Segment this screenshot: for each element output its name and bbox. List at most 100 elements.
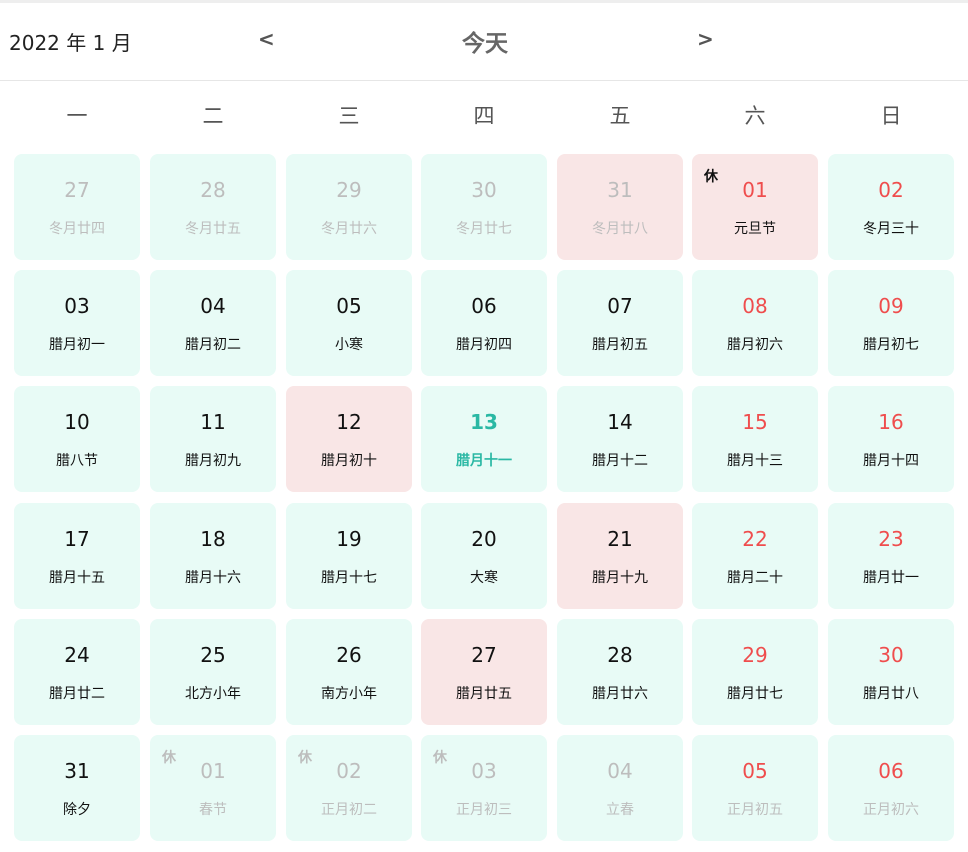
day-cell[interactable]: 29 腊月廿七 — [692, 619, 818, 725]
day-number: 29 — [336, 178, 362, 202]
lunar-date-label: 腊月廿二 — [49, 686, 105, 702]
day-number: 31 — [64, 759, 90, 783]
day-number: 01 — [200, 759, 226, 783]
day-number: 07 — [607, 294, 633, 318]
lunar-date-label: 春节 — [199, 802, 227, 818]
day-number: 27 — [471, 643, 497, 667]
day-cell[interactable]: 09 腊月初七 — [828, 270, 954, 376]
lunar-date-label: 腊月廿七 — [727, 686, 783, 702]
day-cell[interactable]: 20 大寒 — [421, 503, 547, 609]
lunar-date-label: 腊月廿六 — [592, 686, 648, 702]
day-cell[interactable]: 休 02 正月初二 — [286, 735, 412, 841]
day-cell[interactable]: 07 腊月初五 — [557, 270, 683, 376]
day-number: 21 — [607, 527, 633, 551]
day-cell[interactable]: 16 腊月十四 — [828, 386, 954, 492]
lunar-date-label: 正月初三 — [456, 802, 512, 818]
day-cell[interactable]: 休 03 正月初三 — [421, 735, 547, 841]
day-number: 17 — [64, 527, 90, 551]
day-number: 30 — [878, 643, 904, 667]
day-cell[interactable]: 06 腊月初四 — [421, 270, 547, 376]
day-cell[interactable]: 24 腊月廿二 — [14, 619, 140, 725]
day-number: 23 — [878, 527, 904, 551]
lunar-date-label: 腊月初四 — [456, 337, 512, 353]
day-number: 04 — [607, 759, 633, 783]
day-cell[interactable]: 27 冬月廿四 — [14, 154, 140, 260]
calendar-grid: 27 冬月廿四 28 冬月廿五 29 冬月廿六 30 冬月廿七 31 冬月廿八休 01 元旦节 02 冬月… — [0, 0, 968, 852]
day-cell[interactable]: 06 正月初六 — [828, 735, 954, 841]
lunar-date-label: 腊月十七 — [321, 570, 377, 586]
day-number: 26 — [336, 643, 362, 667]
lunar-date-label: 元旦节 — [734, 221, 776, 237]
day-cell[interactable]: 25 北方小年 — [150, 619, 276, 725]
lunar-date-label: 腊月十四 — [863, 453, 919, 469]
lunar-date-label: 小寒 — [335, 337, 363, 353]
day-cell[interactable]: 休 01 元旦节 — [692, 154, 818, 260]
lunar-date-label: 冬月廿四 — [49, 221, 105, 237]
day-number: 18 — [200, 527, 226, 551]
day-cell[interactable]: 15 腊月十三 — [692, 386, 818, 492]
lunar-date-label: 腊月初十 — [321, 453, 377, 469]
day-cell[interactable]: 29 冬月廿六 — [286, 154, 412, 260]
day-cell[interactable]: 12 腊月初十 — [286, 386, 412, 492]
day-cell[interactable]: 30 腊月廿八 — [828, 619, 954, 725]
day-cell[interactable]: 31 冬月廿八 — [557, 154, 683, 260]
lunar-date-label: 腊月初七 — [863, 337, 919, 353]
day-cell[interactable]: 27 腊月廿五 — [421, 619, 547, 725]
day-cell[interactable]: 18 腊月十六 — [150, 503, 276, 609]
day-cell[interactable]: 22 腊月二十 — [692, 503, 818, 609]
lunar-date-label: 除夕 — [63, 802, 91, 818]
day-number: 28 — [607, 643, 633, 667]
day-cell[interactable]: 休 01 春节 — [150, 735, 276, 841]
day-number: 08 — [742, 294, 768, 318]
lunar-date-label: 腊月廿一 — [863, 570, 919, 586]
day-number: 22 — [742, 527, 768, 551]
day-cell[interactable]: 28 腊月廿六 — [557, 619, 683, 725]
day-cell[interactable]: 03 腊月初一 — [14, 270, 140, 376]
day-number: 11 — [200, 410, 226, 434]
day-number: 06 — [878, 759, 904, 783]
day-number: 29 — [742, 643, 768, 667]
day-cell[interactable]: 30 冬月廿七 — [421, 154, 547, 260]
day-number: 03 — [471, 759, 497, 783]
day-cell[interactable]: 05 正月初五 — [692, 735, 818, 841]
day-number: 31 — [607, 178, 633, 202]
day-cell[interactable]: 05 小寒 — [286, 270, 412, 376]
lunar-date-label: 腊月十九 — [592, 570, 648, 586]
lunar-date-label: 冬月廿八 — [592, 221, 648, 237]
day-number: 02 — [878, 178, 904, 202]
lunar-date-label: 大寒 — [470, 570, 498, 586]
day-cell[interactable]: 31 除夕 — [14, 735, 140, 841]
lunar-date-label: 腊月初二 — [185, 337, 241, 353]
lunar-date-label: 冬月廿五 — [185, 221, 241, 237]
day-cell[interactable]: 04 立春 — [557, 735, 683, 841]
lunar-date-label: 腊月廿八 — [863, 686, 919, 702]
day-cell[interactable]: 26 南方小年 — [286, 619, 412, 725]
day-number: 30 — [471, 178, 497, 202]
day-cell[interactable]: 14 腊月十二 — [557, 386, 683, 492]
day-number: 14 — [607, 410, 633, 434]
day-number: 05 — [336, 294, 362, 318]
day-number: 04 — [200, 294, 226, 318]
day-number: 05 — [742, 759, 768, 783]
day-cell[interactable]: 04 腊月初二 — [150, 270, 276, 376]
day-cell[interactable]: 10 腊八节 — [14, 386, 140, 492]
day-number: 19 — [336, 527, 362, 551]
day-cell[interactable]: 08 腊月初六 — [692, 270, 818, 376]
day-number: 02 — [336, 759, 362, 783]
lunar-date-label: 南方小年 — [321, 686, 377, 702]
day-number: 20 — [471, 527, 497, 551]
day-cell[interactable]: 28 冬月廿五 — [150, 154, 276, 260]
day-number: 15 — [742, 410, 768, 434]
day-cell[interactable]: 23 腊月廿一 — [828, 503, 954, 609]
day-cell[interactable]: 11 腊月初九 — [150, 386, 276, 492]
day-cell[interactable]: 17 腊月十五 — [14, 503, 140, 609]
day-cell[interactable]: 19 腊月十七 — [286, 503, 412, 609]
day-cell[interactable]: 21 腊月十九 — [557, 503, 683, 609]
day-cell[interactable]: 02 冬月三十 — [828, 154, 954, 260]
lunar-date-label: 冬月廿七 — [456, 221, 512, 237]
lunar-date-label: 腊月初九 — [185, 453, 241, 469]
lunar-date-label: 腊月十五 — [49, 570, 105, 586]
lunar-date-label: 腊月十二 — [592, 453, 648, 469]
day-cell-today[interactable]: 13 腊月十一 — [421, 386, 547, 492]
lunar-date-label: 北方小年 — [185, 686, 241, 702]
